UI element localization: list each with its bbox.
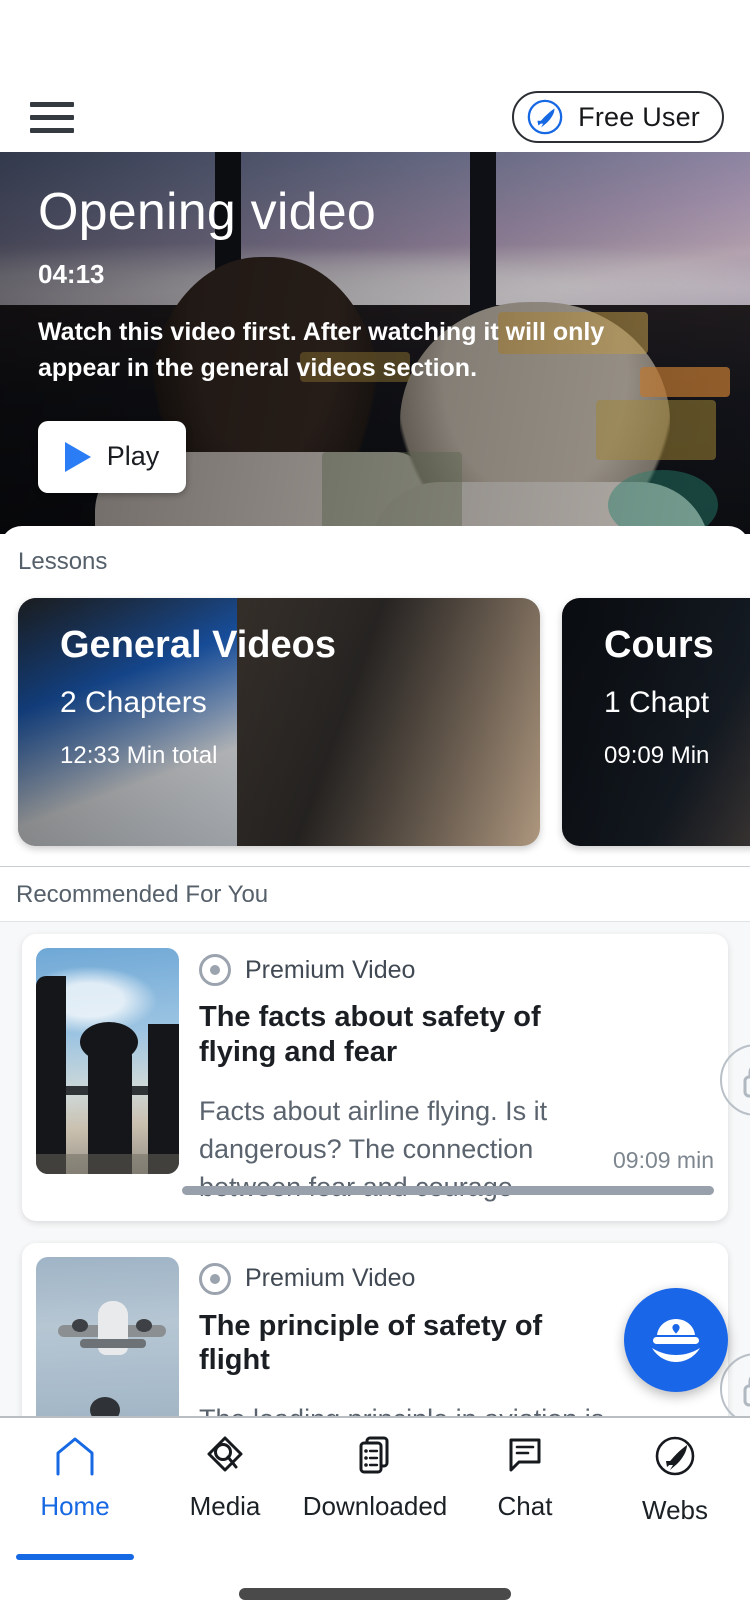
hero-opening-video[interactable]: Opening video 04:13 Watch this video fir… — [0, 152, 750, 534]
premium-badge: Premium Video — [199, 1263, 614, 1295]
hamburger-menu-icon[interactable] — [30, 100, 74, 134]
nav-label-home: Home — [40, 1491, 109, 1522]
lesson-card[interactable]: General Videos 2 Chapters 12:33 Min tota… — [18, 598, 540, 846]
progress-bar[interactable] — [182, 1186, 714, 1195]
hero-title: Opening video — [38, 184, 690, 241]
pilot-cap-icon — [640, 1302, 712, 1379]
media-location-icon — [202, 1434, 248, 1481]
recommended-list: Premium Video The facts about safety of … — [0, 922, 750, 1497]
nav-item-website[interactable]: Webs — [600, 1418, 750, 1566]
free-user-badge[interactable]: Free User — [512, 91, 724, 143]
nav-item-media[interactable]: Media — [150, 1418, 300, 1566]
play-triangle-icon — [65, 442, 91, 472]
bottom-navigation: Home Media — [0, 1416, 750, 1624]
nav-item-downloaded[interactable]: Downloaded — [300, 1418, 450, 1566]
documents-icon — [352, 1434, 398, 1481]
hamburger-bar — [30, 102, 74, 107]
hero-duration: 04:13 — [38, 259, 690, 290]
premium-badge-label: Premium Video — [245, 1264, 415, 1293]
website-logo-icon — [652, 1434, 698, 1485]
recommended-header: Recommended For You — [0, 866, 750, 922]
recommended-thumbnail — [36, 948, 179, 1174]
recommended-title: The principle of safety of flight — [199, 1309, 614, 1379]
premium-badge: Premium Video — [199, 954, 614, 986]
lesson-card-duration: 09:09 Min — [604, 742, 750, 770]
free-user-label: Free User — [578, 102, 700, 133]
play-button[interactable]: Play — [38, 421, 186, 493]
recommended-title: The facts about safety of flying and fea… — [199, 1000, 614, 1070]
status-bar — [0, 0, 750, 82]
nav-label-website: Webs — [642, 1495, 708, 1526]
lessons-carousel[interactable]: General Videos 2 Chapters 12:33 Min tota… — [0, 576, 750, 866]
lesson-card-title: General Videos — [60, 624, 528, 668]
home-indicator — [239, 1588, 511, 1600]
lesson-card-chapters: 1 Chapt — [604, 686, 750, 720]
eye-icon — [199, 954, 231, 986]
recommended-card[interactable]: Premium Video The facts about safety of … — [22, 934, 728, 1221]
pilot-assistant-fab[interactable] — [624, 1288, 728, 1392]
hero-description: Watch this video first. After watching i… — [38, 314, 638, 387]
app-header: Free User — [0, 82, 750, 152]
nav-item-chat[interactable]: Chat — [450, 1418, 600, 1566]
nav-label-downloaded: Downloaded — [303, 1491, 448, 1522]
hamburger-bar — [30, 128, 74, 133]
lesson-card-title: Cours — [604, 624, 750, 668]
nav-active-indicator — [16, 1554, 134, 1560]
home-icon — [52, 1434, 98, 1481]
lessons-section: Lessons General Videos 2 Chapters 12:33 … — [0, 526, 750, 866]
lessons-section-title: Lessons — [0, 548, 750, 576]
lock-icon[interactable] — [720, 1353, 750, 1425]
eye-icon — [199, 1263, 231, 1295]
hamburger-bar — [30, 115, 74, 120]
airplane-logo-icon — [526, 98, 564, 136]
nav-item-home[interactable]: Home — [0, 1418, 150, 1566]
chat-bubble-icon — [502, 1434, 548, 1481]
recommended-section-title: Recommended For You — [16, 881, 750, 909]
lesson-card[interactable]: Cours 1 Chapt 09:09 Min — [562, 598, 750, 846]
lock-icon[interactable] — [720, 1044, 750, 1116]
play-button-label: Play — [107, 441, 160, 472]
nav-label-media: Media — [190, 1491, 261, 1522]
nav-label-chat: Chat — [498, 1491, 553, 1522]
lesson-card-chapters: 2 Chapters — [60, 686, 528, 720]
premium-badge-label: Premium Video — [245, 956, 415, 985]
app-screen: Free User Opening video 04:13 Watch this… — [0, 0, 750, 1624]
recommended-duration: 09:09 min — [182, 1147, 714, 1174]
lesson-card-duration: 12:33 Min total — [60, 742, 528, 770]
